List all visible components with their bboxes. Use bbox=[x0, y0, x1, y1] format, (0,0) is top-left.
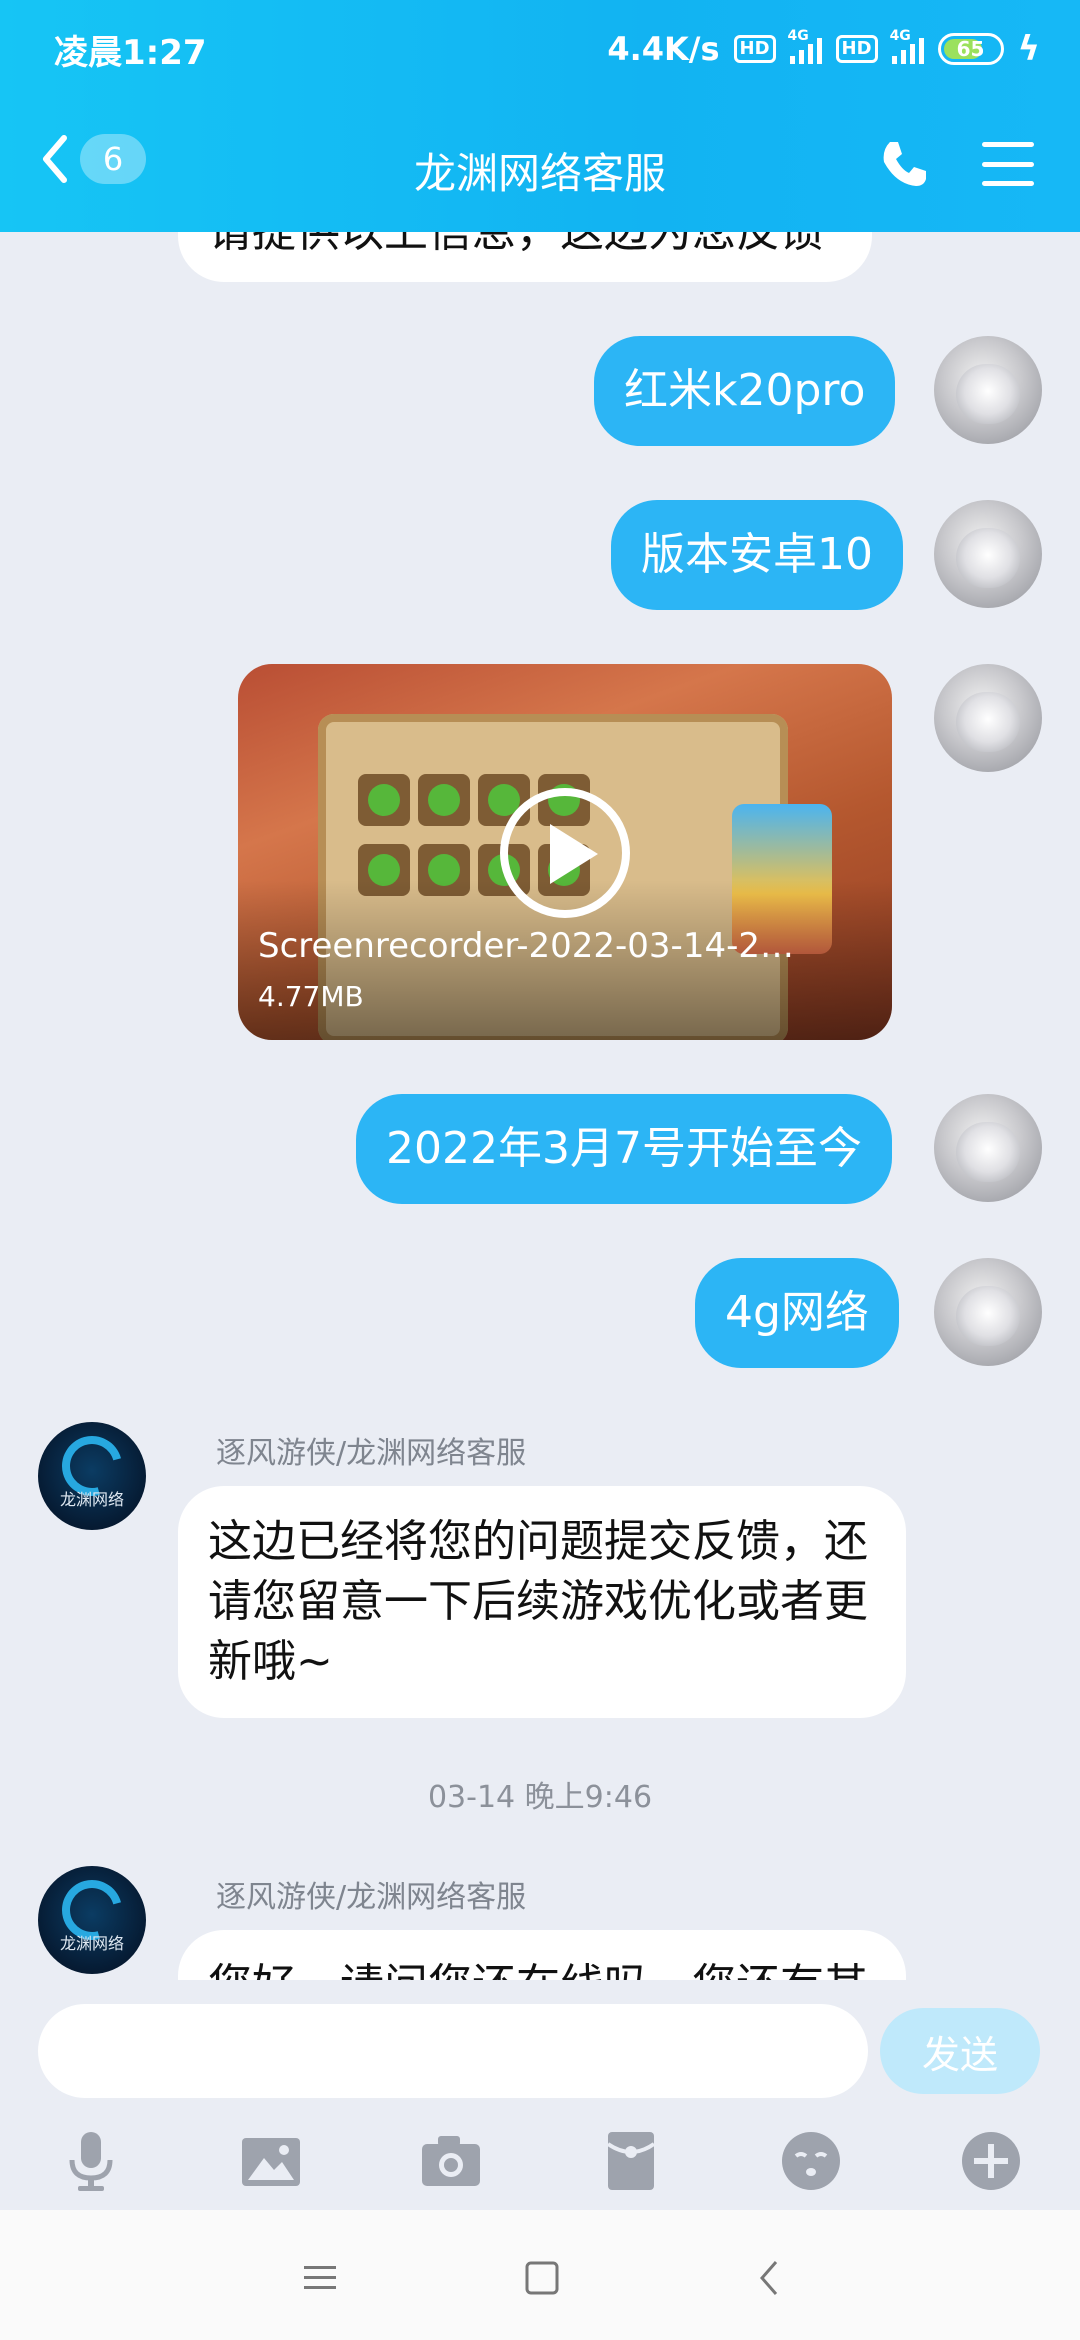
user-avatar[interactable] bbox=[934, 500, 1042, 608]
outgoing-message[interactable]: 2022年3月7号开始至今 bbox=[356, 1094, 892, 1204]
play-icon[interactable] bbox=[500, 788, 630, 918]
back-nav-icon[interactable] bbox=[740, 2248, 800, 2308]
network-type: 4G bbox=[787, 28, 809, 44]
sender-name: 逐风游侠/龙渊网络客服 bbox=[216, 1436, 527, 1471]
user-avatar[interactable] bbox=[934, 336, 1042, 444]
home-nav-icon[interactable] bbox=[512, 2248, 572, 2308]
outgoing-message[interactable]: 版本安卓10 bbox=[611, 500, 903, 610]
avatar-text: 龙渊网络 bbox=[59, 1490, 124, 1509]
status-time: 凌晨1:27 bbox=[54, 32, 207, 73]
charging-icon: ϟ bbox=[1017, 29, 1040, 69]
support-avatar[interactable]: 龙渊网络 bbox=[38, 1422, 146, 1530]
message-text: 请提供以上信息，这边为您反馈 bbox=[208, 232, 824, 257]
outgoing-message[interactable]: 红米k20pro bbox=[594, 336, 896, 446]
emoji-icon[interactable] bbox=[776, 2126, 846, 2196]
signal-icon-2: 4G bbox=[890, 28, 924, 64]
user-avatar[interactable] bbox=[934, 1094, 1042, 1202]
signal-icon: 4G bbox=[788, 28, 822, 64]
phone-icon[interactable] bbox=[878, 138, 930, 190]
user-avatar[interactable] bbox=[934, 664, 1042, 772]
video-filename: Screenrecorder-2022-03-14-2… bbox=[258, 926, 794, 966]
nav-bar: 6 龙渊网络客服 bbox=[0, 120, 1080, 210]
battery-level: 65 bbox=[956, 37, 985, 61]
message-text: 2022年3月7号开始至今 bbox=[386, 1123, 862, 1174]
hd-badge: HD bbox=[733, 35, 776, 63]
plus-icon[interactable] bbox=[956, 2126, 1026, 2196]
system-nav-bar bbox=[0, 2210, 1080, 2340]
message-text: 您好，请问您还在线吗，您还有其 bbox=[208, 1960, 868, 1980]
network-type-2: 4G bbox=[889, 28, 911, 44]
incoming-message-partial[interactable]: 您好，请问您还在线吗，您还有其 bbox=[178, 1930, 906, 1980]
menu-icon[interactable] bbox=[982, 142, 1034, 186]
user-avatar[interactable] bbox=[934, 1258, 1042, 1366]
message-input[interactable] bbox=[38, 2004, 868, 2098]
status-bar: 凌晨1:27 4.4K/s HD 4G HD 4G 65 ϟ bbox=[54, 24, 1040, 74]
message-text: 红米k20pro bbox=[624, 365, 866, 416]
message-text: 这边已经将您的问题提交反馈，还请您留意一下后续游戏优化或者更新哦~ bbox=[208, 1516, 868, 1687]
sender-name: 逐风游侠/龙渊网络客服 bbox=[216, 1880, 527, 1915]
avatar-text: 龙渊网络 bbox=[59, 1934, 124, 1953]
status-right: 4.4K/s HD 4G HD 4G 65 ϟ bbox=[607, 28, 1040, 69]
network-speed: 4.4K/s bbox=[607, 30, 720, 68]
input-toolbar bbox=[0, 2126, 1080, 2196]
send-button[interactable]: 发送 bbox=[880, 2008, 1040, 2094]
video-message[interactable]: Screenrecorder-2022-03-14-2… 4.77MB bbox=[238, 664, 892, 1040]
chat-area[interactable]: 请提供以上信息，这边为您反馈 红米k20pro 版本安卓10 Screenrec… bbox=[0, 232, 1080, 1980]
message-timestamp: 03-14 晚上9:46 bbox=[427, 1780, 653, 1815]
incoming-message-partial[interactable]: 请提供以上信息，这边为您反馈 bbox=[178, 232, 872, 282]
message-text: 版本安卓10 bbox=[641, 529, 873, 580]
incoming-message[interactable]: 这边已经将您的问题提交反馈，还请您留意一下后续游戏优化或者更新哦~ bbox=[178, 1486, 906, 1718]
image-icon[interactable] bbox=[236, 2126, 306, 2196]
outgoing-message[interactable]: 4g网络 bbox=[695, 1258, 899, 1368]
header: 凌晨1:27 4.4K/s HD 4G HD 4G 65 ϟ 6 龙渊网络客服 bbox=[0, 0, 1080, 232]
video-filesize: 4.77MB bbox=[258, 980, 364, 1013]
input-bar: 发送 bbox=[0, 1980, 1080, 2210]
red-packet-icon[interactable] bbox=[596, 2126, 666, 2196]
battery-icon: 65 bbox=[937, 33, 1004, 65]
support-avatar[interactable]: 龙渊网络 bbox=[38, 1866, 146, 1974]
menu-nav-icon[interactable] bbox=[290, 2248, 350, 2308]
message-text: 4g网络 bbox=[725, 1287, 869, 1338]
hd-badge-2: HD bbox=[835, 35, 878, 63]
mic-icon[interactable] bbox=[56, 2126, 126, 2196]
camera-icon[interactable] bbox=[416, 2126, 486, 2196]
